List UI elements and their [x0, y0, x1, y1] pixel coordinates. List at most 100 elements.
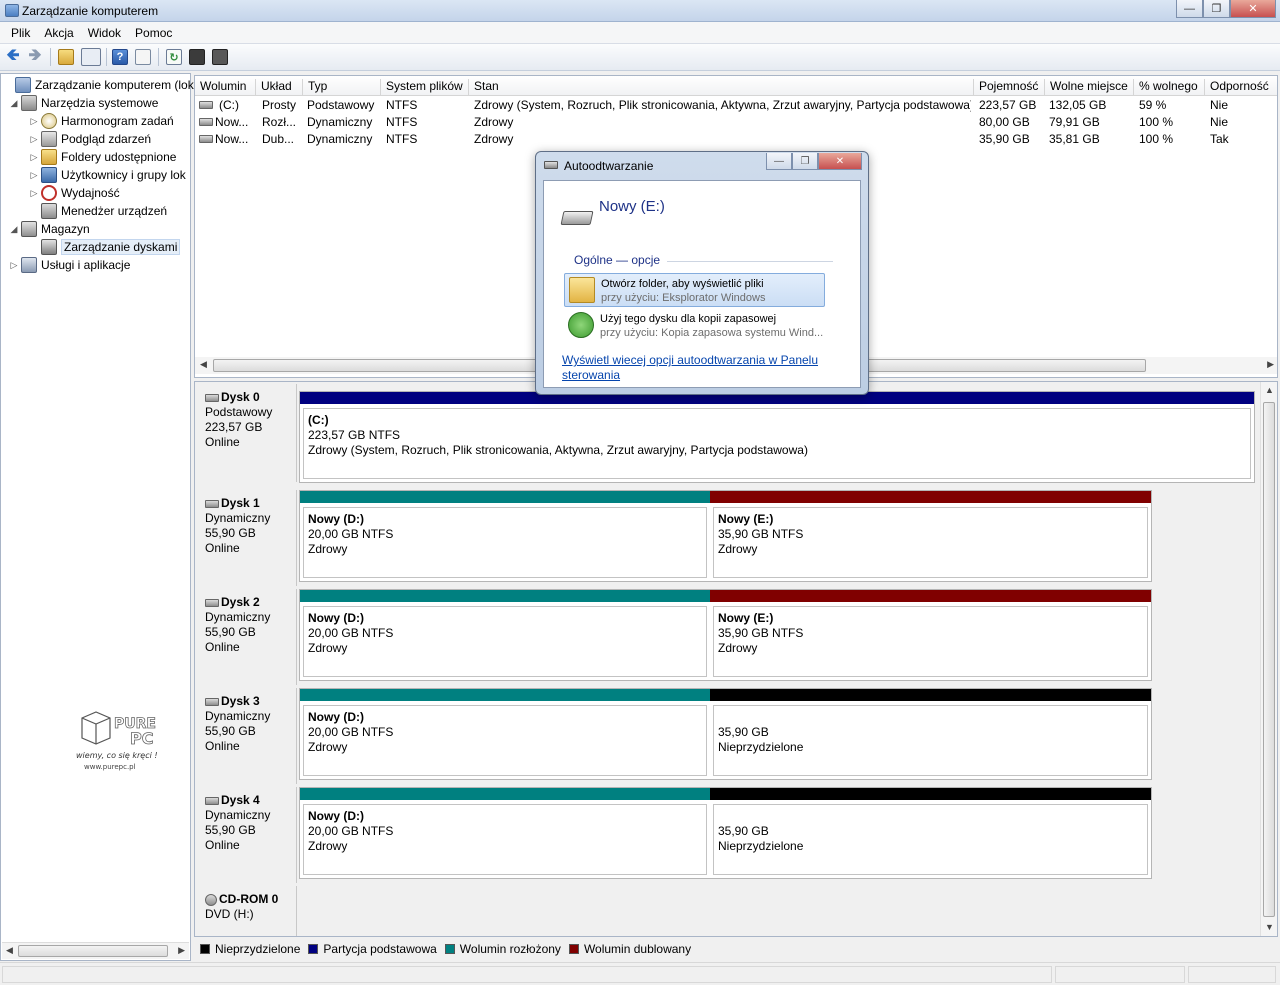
expand-arrow-icon[interactable]: ▷	[29, 116, 39, 127]
disk-3-info[interactable]: Dysk 3 Dynamiczny 55,90 GB Online	[197, 688, 297, 784]
partition-d[interactable]: Nowy (D:) 20,00 GB NTFS Zdrowy	[300, 491, 710, 581]
tree-item-system-tools[interactable]: ◢ Narzędzia systemowe	[9, 94, 158, 112]
partition-e[interactable]: Nowy (E:) 35,90 GB NTFS Zdrowy	[710, 491, 1151, 581]
col-fault-tolerance[interactable]: Odporność	[1204, 79, 1269, 95]
collapse-arrow-icon[interactable]: ◢	[9, 224, 19, 235]
backup-option[interactable]: Użyj tego dysku dla kopii zapasowej przy…	[564, 309, 825, 343]
tree-item-device-manager[interactable]: Menedżer urządzeń	[29, 202, 167, 220]
volume-row[interactable]: (C:) Prosty Podstawowy NTFS Zdrowy (Syst…	[195, 97, 1277, 114]
tree-item-root[interactable]: Zarządzanie komputerem (loka	[3, 76, 200, 94]
check-box-icon[interactable]	[189, 49, 205, 65]
dialog-minimize-button[interactable]: —	[766, 153, 792, 170]
disk-2-info[interactable]: Dysk 2 Dynamiczny 55,90 GB Online	[197, 589, 297, 685]
tree-item-users-groups[interactable]: ▷ Użytkownicy i grupy lok	[29, 166, 186, 184]
hard-disk-icon	[205, 796, 219, 805]
status-cell	[1055, 966, 1185, 983]
menu-help[interactable]: Pomoc	[128, 26, 179, 40]
collapse-arrow-icon[interactable]: ◢	[9, 98, 19, 109]
cdrom-info[interactable]: CD-ROM 0 DVD (H:)	[197, 886, 297, 936]
console-tree: Zarządzanie komputerem (loka ◢ Narzędzia…	[0, 73, 200, 961]
col-free-space[interactable]: Wolne miejsce	[1044, 79, 1128, 95]
open-folder-option[interactable]: Otwórz folder, aby wyświetlić pliki przy…	[564, 273, 825, 307]
menu-view[interactable]: Widok	[81, 26, 128, 40]
disk-1-info[interactable]: Dysk 1 Dynamiczny 55,90 GB Online	[197, 490, 297, 586]
autoplay-dialog: Autoodtwarzanie — ❐ ✕ Nowy (E:) Ogólne —…	[535, 151, 869, 395]
dialog-close-button[interactable]: ✕	[818, 153, 862, 170]
tree-item-disk-management[interactable]: Zarządzanie dyskami	[29, 238, 181, 256]
tree-item-performance[interactable]: ▷ Wydajność	[29, 184, 120, 202]
close-button[interactable]: ✕	[1230, 0, 1276, 18]
clock-icon	[41, 113, 57, 129]
drive-icon	[199, 135, 213, 143]
col-volume[interactable]: Wolumin	[195, 79, 246, 95]
computer-management-icon	[15, 77, 31, 93]
device-manager-icon	[41, 203, 57, 219]
col-type[interactable]: Typ	[302, 79, 327, 95]
up-folder-icon[interactable]	[58, 49, 74, 65]
disk-view-vertical-scrollbar[interactable]: ▲ ▼	[1260, 382, 1277, 936]
services-icon	[21, 257, 37, 273]
hard-disk-icon	[205, 598, 219, 607]
menu-action[interactable]: Akcja	[37, 26, 80, 40]
col-percent-free[interactable]: % wolnego	[1133, 79, 1198, 95]
tree-horizontal-scrollbar[interactable]: ◀ ▶	[2, 942, 189, 959]
scroll-right-icon[interactable]: ▶	[1267, 359, 1274, 370]
tree-item-task-scheduler[interactable]: ▷ Harmonogram zadań	[29, 112, 174, 130]
status-cell	[1188, 966, 1276, 983]
scrollbar-thumb[interactable]	[18, 945, 168, 957]
tree-item-services-apps[interactable]: ▷ Usługi i aplikacje	[9, 256, 130, 274]
settings-grid-icon[interactable]	[212, 49, 228, 65]
status-bar	[0, 962, 1280, 985]
scroll-down-icon[interactable]: ▼	[1265, 922, 1274, 932]
unallocated-space[interactable]: 35,90 GB Nieprzydzielone	[710, 689, 1151, 779]
tree-item-shared-folders[interactable]: ▷ Foldery udostępnione	[29, 148, 176, 166]
partition-c[interactable]: (C:) 223,57 GB NTFS Zdrowy (System, Rozr…	[300, 392, 1254, 482]
scroll-right-icon[interactable]: ▶	[178, 945, 185, 956]
scroll-left-icon[interactable]: ◀	[200, 359, 207, 370]
divider	[667, 261, 833, 262]
partition-d[interactable]: Nowy (D:) 20,00 GB NTFS Zdrowy	[300, 590, 710, 680]
disk-4-info[interactable]: Dysk 4 Dynamiczny 55,90 GB Online	[197, 787, 297, 883]
col-capacity[interactable]: Pojemność	[973, 79, 1038, 95]
status-cell	[2, 966, 1052, 983]
expand-arrow-icon[interactable]: ▷	[29, 152, 39, 163]
maximize-button[interactable]: ❐	[1203, 0, 1230, 18]
tree-item-storage[interactable]: ◢ Magazyn	[9, 220, 90, 238]
expand-arrow-icon[interactable]: ▷	[29, 170, 39, 181]
forward-arrow-icon[interactable]: 🡺	[27, 47, 43, 65]
partition-e[interactable]: Nowy (E:) 35,90 GB NTFS Zdrowy	[710, 590, 1151, 680]
partition-d[interactable]: Nowy (D:) 20,00 GB NTFS Zdrowy	[300, 689, 710, 779]
disk-0-info[interactable]: Dysk 0 Podstawowy 223,57 GB Online	[197, 384, 297, 482]
options-group-label: Ogólne — opcje	[574, 253, 661, 267]
volume-row[interactable]: Now... Rozł... Dynamiczny NTFS Zdrowy 80…	[195, 114, 1277, 131]
expand-arrow-icon[interactable]: ▷	[29, 134, 39, 145]
storage-icon	[21, 221, 37, 237]
expand-arrow-icon[interactable]: ▷	[29, 188, 39, 199]
scroll-up-icon[interactable]: ▲	[1265, 385, 1274, 395]
properties-icon[interactable]	[135, 49, 151, 65]
menu-file[interactable]: Plik	[4, 26, 37, 40]
scroll-left-icon[interactable]: ◀	[6, 945, 13, 956]
more-autoplay-options-link[interactable]: Wyświetl wiecej opcji autoodtwarzania w …	[562, 353, 832, 383]
unallocated-space[interactable]: 35,90 GB Nieprzydzielone	[710, 788, 1151, 878]
menu-bar: Plik Akcja Widok Pomoc	[0, 22, 1280, 44]
partition-d[interactable]: Nowy (D:) 20,00 GB NTFS Zdrowy	[300, 788, 710, 878]
refresh-icon[interactable]: ↻	[166, 49, 182, 65]
tree-item-event-viewer[interactable]: ▷ Podgląd zdarzeń	[29, 130, 151, 148]
volume-row[interactable]: Now... Dub... Dynamiczny NTFS Zdrowy 35,…	[195, 131, 1277, 148]
back-arrow-icon[interactable]: 🡸	[5, 47, 21, 65]
legend-swatch	[200, 944, 210, 954]
legend-swatch	[444, 944, 455, 954]
help-icon[interactable]: ?	[112, 49, 128, 65]
dialog-maximize-button[interactable]: ❐	[792, 153, 818, 170]
col-status[interactable]: Stan	[468, 79, 499, 95]
show-hide-console-tree-icon[interactable]	[81, 48, 101, 66]
minimize-button[interactable]: —	[1176, 0, 1203, 18]
hard-disk-icon	[205, 697, 219, 706]
col-filesystem[interactable]: System plików	[380, 79, 463, 95]
scrollbar-thumb[interactable]	[1263, 402, 1275, 917]
svg-text:www.purepc.pl: www.purepc.pl	[84, 763, 136, 771]
col-layout[interactable]: Układ	[255, 79, 292, 95]
drive-name: Nowy (E:)	[599, 198, 665, 215]
expand-arrow-icon[interactable]: ▷	[9, 260, 19, 271]
